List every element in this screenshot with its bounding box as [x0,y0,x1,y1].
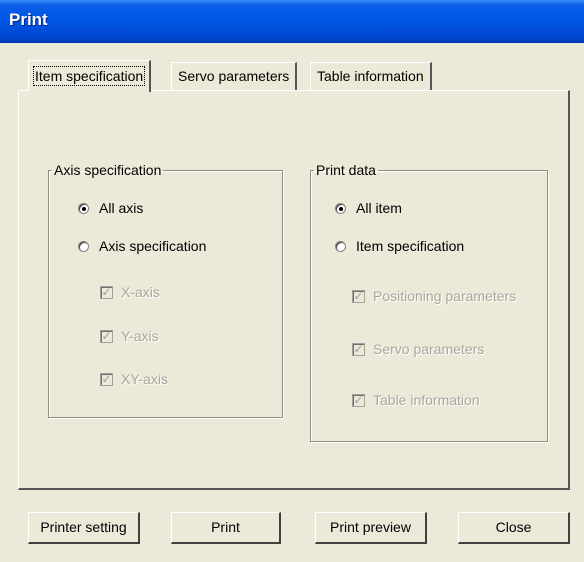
tab-panel-item-specification: Axis specification All axis Axis specifi… [18,90,570,490]
title-bar[interactable]: Print [0,0,584,43]
group-legend: Print data [316,162,376,178]
checkbox-x-axis[interactable]: ✓ X-axis [100,284,160,300]
checkbox-servo-parameters[interactable]: ✓ Servo parameters [352,341,484,357]
checkbox[interactable]: ✓ [352,393,365,407]
radio-button[interactable] [78,240,89,252]
checkbox-label: XY-axis [121,371,168,387]
printer-setting-button[interactable]: Printer setting [28,512,140,544]
checkbox-label: Positioning parameters [373,288,517,304]
checkbox-table-information[interactable]: ✓ Table information [352,392,480,408]
checkbox-label: Y-axis [121,328,159,344]
window-title: Print [9,10,48,29]
tab-label: Item specification [32,66,146,86]
tab-item-specification[interactable]: Item specification [28,60,152,92]
tab-label: Table information [317,68,424,84]
radio-label: All axis [99,200,144,216]
checkbox[interactable]: ✓ [100,372,113,386]
print-button[interactable]: Print [171,512,281,544]
checkbox-xy-axis[interactable]: ✓ XY-axis [100,371,168,387]
tab-servo-parameters[interactable]: Servo parameters [171,62,298,90]
checkbox-label: Servo parameters [373,341,485,357]
checkbox-positioning-parameters[interactable]: ✓ Positioning parameters [352,288,516,304]
radio-item-specification[interactable]: Item specification [335,238,464,254]
radio-all-axis[interactable]: All axis [78,200,143,216]
checkbox[interactable]: ✓ [100,285,113,299]
radio-button[interactable] [335,240,346,252]
print-preview-button[interactable]: Print preview [315,512,427,544]
group-legend: Axis specification [54,162,162,178]
radio-button[interactable] [335,202,346,214]
checkbox[interactable]: ✓ [352,342,365,356]
tab-label: Servo parameters [178,68,290,84]
radio-all-item[interactable]: All item [335,200,402,216]
close-button[interactable]: Close [458,512,570,544]
checkbox[interactable]: ✓ [100,329,113,343]
radio-label: All item [356,200,402,216]
checkbox-y-axis[interactable]: ✓ Y-axis [100,328,159,344]
checkbox[interactable]: ✓ [352,289,365,303]
tab-table-information[interactable]: Table information [310,62,432,90]
checkbox-label: X-axis [121,284,160,300]
radio-axis-specification[interactable]: Axis specification [78,238,206,254]
radio-label: Axis specification [99,238,207,254]
radio-button[interactable] [78,202,89,214]
radio-label: Item specification [356,238,465,254]
checkbox-label: Table information [373,392,480,408]
